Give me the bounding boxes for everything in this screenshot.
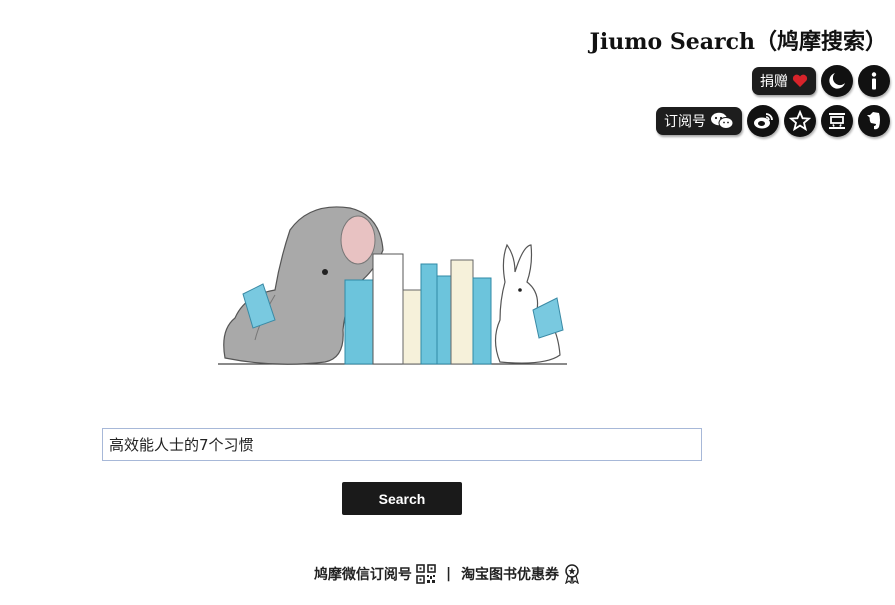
taobao-coupon-label: 淘宝图书优惠券 <box>461 567 560 583</box>
donate-button[interactable]: 捐赠 <box>752 67 816 95</box>
footer-separator: | <box>445 566 452 582</box>
wechat-subscribe-link[interactable]: 鸠摩微信订阅号 <box>314 564 436 584</box>
heart-icon <box>792 74 808 87</box>
moon-icon <box>829 73 845 89</box>
reading-elephant-rabbit-illustration <box>218 206 567 365</box>
wechat-icon <box>711 112 734 129</box>
douban-button[interactable] <box>821 105 853 137</box>
info-button[interactable] <box>858 65 890 97</box>
evernote-icon <box>867 112 880 130</box>
search-input[interactable] <box>102 428 702 461</box>
footer-links: 鸠摩微信订阅号 | 淘宝图书优惠券 <box>0 564 895 584</box>
favorite-button[interactable] <box>784 105 816 137</box>
douban-icon <box>829 113 845 129</box>
search-button[interactable]: Search <box>342 482 462 515</box>
subscribe-button[interactable]: 订阅号 <box>656 107 742 135</box>
toolbar-top: 捐赠 <box>752 65 890 97</box>
badge-icon <box>565 564 579 584</box>
evernote-button[interactable] <box>858 105 890 137</box>
subscribe-label: 订阅号 <box>664 114 706 130</box>
donate-label: 捐赠 <box>760 74 788 90</box>
star-icon <box>789 110 811 132</box>
site-title: Jiumo Search（鸠摩搜索） <box>589 29 888 55</box>
night-mode-button[interactable] <box>821 65 853 97</box>
toolbar-social: 订阅号 <box>656 105 890 137</box>
taobao-coupon-link[interactable]: 淘宝图书优惠券 <box>461 564 581 584</box>
info-icon <box>871 72 877 90</box>
weibo-icon <box>754 113 773 129</box>
weibo-button[interactable] <box>747 105 779 137</box>
wechat-subscribe-label: 鸠摩微信订阅号 <box>313 567 412 583</box>
qrcode-icon <box>416 564 436 584</box>
